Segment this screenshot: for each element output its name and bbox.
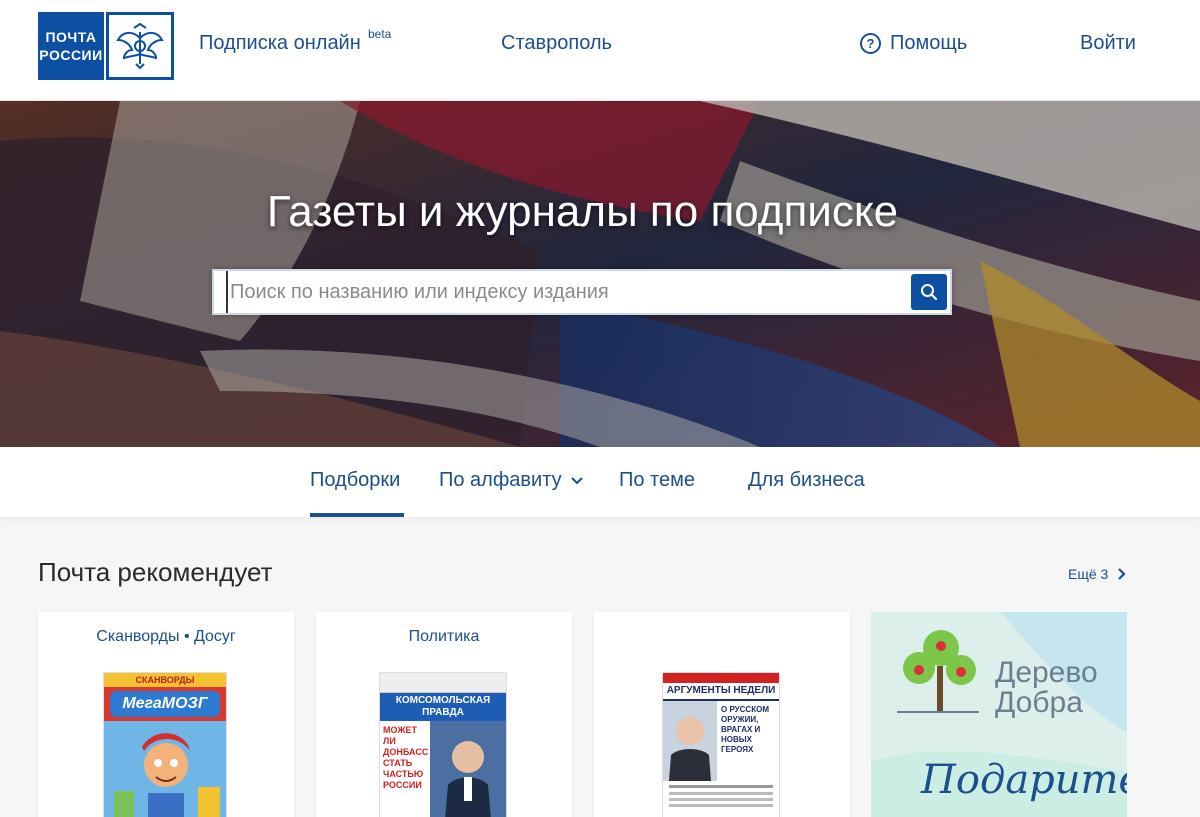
tab-collections[interactable]: Подборки bbox=[310, 469, 400, 492]
section-title: Почта рекомендует bbox=[38, 557, 273, 587]
promo-script-text: Подарите bbox=[921, 757, 1127, 803]
tab-by-theme[interactable]: По теме bbox=[619, 469, 695, 492]
newspaper-cover-image: АРГУМЕНТЫ НЕДЕЛИ О РУССКОМ ОРУЖИИ, ВРАГА… bbox=[662, 672, 780, 817]
catalog-tabs: Подборки По алфавиту По теме Для бизнеса bbox=[0, 447, 1200, 517]
magazine-cover-image: СКАНВОРДЫ МегаМОЗГ bbox=[103, 672, 227, 817]
more-link[interactable]: Ещё 3 bbox=[1068, 566, 1128, 582]
logo-wordmark: ПОЧТА РОССИИ bbox=[38, 12, 104, 80]
search-icon bbox=[921, 284, 938, 301]
card-category: Политика bbox=[408, 628, 480, 645]
login-link[interactable]: Войти bbox=[1080, 32, 1136, 55]
city-selector[interactable]: Ставрополь bbox=[501, 32, 612, 55]
hero-banner: Газеты и журналы по подписке bbox=[0, 101, 1200, 447]
newspaper-cover-image: КОМСОМОЛЬСКАЯ ПРАВДА МОЖЕТ ЛИ ДОНБАСС СТ… bbox=[379, 672, 507, 817]
search-bar bbox=[212, 269, 952, 315]
publication-card[interactable]: АРГУМЕНТЫ НЕДЕЛИ О РУССКОМ ОРУЖИИ, ВРАГА… bbox=[594, 612, 850, 817]
tab-alphabet[interactable]: По алфавиту bbox=[439, 469, 584, 492]
card-category: Сканворды • Досуг bbox=[96, 628, 236, 645]
site-header: ПОЧТА РОССИИ Подписка онлайн beta Ставро… bbox=[0, 0, 1200, 101]
promo-title: Дерево Добра bbox=[995, 656, 1098, 719]
eagle-emblem-icon bbox=[106, 12, 174, 80]
pochta-logo[interactable]: ПОЧТА РОССИИ bbox=[38, 12, 174, 80]
beta-badge: beta bbox=[368, 27, 392, 41]
chevron-right-icon bbox=[1118, 568, 1126, 580]
question-circle-icon: ? bbox=[860, 33, 881, 54]
hero-title: Газеты и журналы по подписке bbox=[266, 187, 899, 236]
tab-business[interactable]: Для бизнеса bbox=[748, 469, 865, 492]
active-tab-indicator bbox=[310, 513, 404, 517]
publication-card[interactable]: Сканворды • Досуг СКАНВОРДЫ МегаМОЗГ bbox=[38, 612, 294, 817]
chevron-down-icon bbox=[570, 476, 583, 484]
publication-card[interactable]: Политика КОМСОМОЛЬСКАЯ ПРАВДА МОЖЕТ ЛИ Д… bbox=[316, 612, 572, 817]
tree-of-good-promo[interactable]: Дерево Добра Подарите bbox=[871, 612, 1127, 817]
apple-tree-icon bbox=[897, 630, 979, 713]
help-link[interactable]: ? Помощь bbox=[860, 32, 967, 55]
subscription-online-link[interactable]: Подписка онлайн bbox=[199, 32, 361, 55]
search-button[interactable] bbox=[911, 274, 947, 310]
search-input[interactable] bbox=[226, 271, 906, 313]
